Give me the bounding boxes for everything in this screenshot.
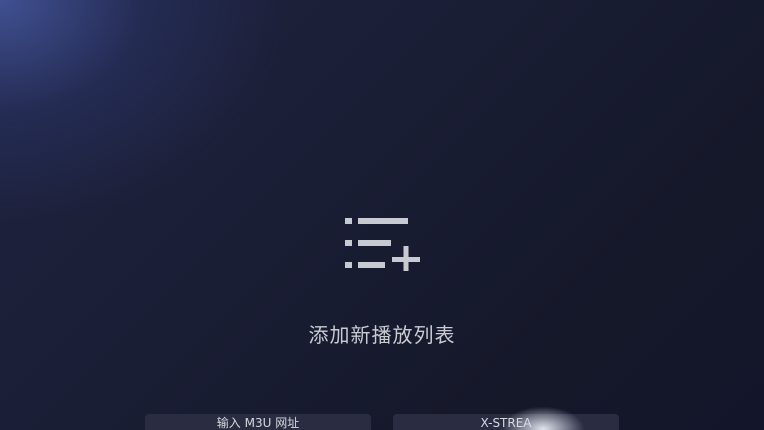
xstream-button[interactable]: X-STREA	[393, 414, 619, 430]
empty-state-title: 添加新播放列表	[308, 323, 456, 347]
xstream-label: X-STREA	[480, 416, 532, 430]
enter-m3u-url-button[interactable]: 输入 M3U 网址	[145, 414, 371, 430]
playlist-add-icon	[345, 218, 420, 271]
enter-m3u-url-label: 输入 M3U 网址	[216, 416, 300, 430]
empty-state: 添加新播放列表	[0, 0, 764, 430]
